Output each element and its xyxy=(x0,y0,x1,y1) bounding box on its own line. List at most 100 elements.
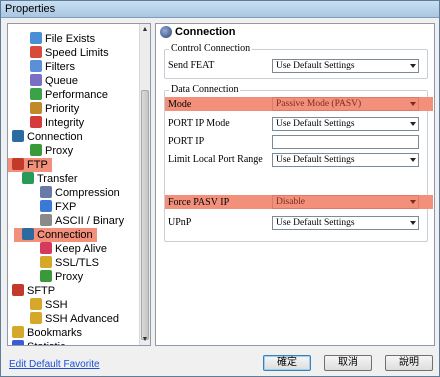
compression-icon xyxy=(40,186,52,198)
tree-item-label: FTP xyxy=(27,159,48,171)
panel-header: Connection xyxy=(158,25,432,40)
tree-item-ssl-tls[interactable]: SSL/TLS xyxy=(40,256,99,270)
tree-item-ftp[interactable]: FTP xyxy=(8,158,52,172)
limit-port-range-select[interactable]: Use Default Settings xyxy=(272,153,419,167)
ok-button[interactable]: 確定 xyxy=(263,355,311,371)
connection-icon xyxy=(22,228,34,240)
tree-item-label: Integrity xyxy=(45,117,85,129)
tree-item-label: Proxy xyxy=(55,271,84,283)
tree-item-transfer[interactable]: Transfer xyxy=(22,172,78,186)
chevron-down-icon xyxy=(410,221,416,225)
limit-port-range-value: Use Default Settings xyxy=(276,155,355,165)
tree-item-ascii-binary[interactable]: ASCII / Binary xyxy=(40,214,124,228)
tree-item-ssh[interactable]: SSH xyxy=(30,298,68,312)
chevron-down-icon xyxy=(410,122,416,126)
tree-item-queue[interactable]: Queue xyxy=(30,74,78,88)
tree-item-ssh-advanced[interactable]: SSH Advanced xyxy=(30,312,119,326)
chevron-down-icon xyxy=(410,200,416,204)
tree-item-label: Performance xyxy=(45,89,108,101)
tree-item-label: Compression xyxy=(55,187,120,199)
tree-item-label: Priority xyxy=(45,103,80,115)
tree-item-connection[interactable]: Connection xyxy=(14,228,97,242)
fxp-icon xyxy=(40,200,52,212)
mode-value: Passive Mode (PASV) xyxy=(276,99,362,109)
tree-item-connection[interactable]: Connection xyxy=(12,130,83,144)
tree-item-fxp[interactable]: FXP xyxy=(40,200,76,214)
connection-icon xyxy=(160,26,172,38)
tree-item-keep-alive[interactable]: Keep Alive xyxy=(40,242,107,256)
port-ip-mode-value: Use Default Settings xyxy=(276,119,355,129)
performance-icon xyxy=(30,88,42,100)
ftp-icon xyxy=(12,158,24,170)
tree-item-statistic[interactable]: Statistic xyxy=(12,340,66,345)
port-ip-mode-select[interactable]: Use Default Settings xyxy=(272,117,419,131)
send-feat-label: Send FEAT xyxy=(168,60,215,71)
chevron-down-icon xyxy=(410,64,416,68)
mode-label: Mode xyxy=(168,99,192,110)
force-pasv-ip-label: Force PASV IP xyxy=(168,197,230,208)
ssl-tls-icon xyxy=(40,256,52,268)
tree-item-label: File Exists xyxy=(45,33,96,45)
edit-default-favorite-link[interactable]: Edit Default Favorite xyxy=(9,359,100,370)
tree-item-label: SSH Advanced xyxy=(45,313,119,325)
tree-item-label: Statistic xyxy=(27,341,66,345)
tree-item-proxy[interactable]: Proxy xyxy=(30,144,73,158)
chevron-down-icon xyxy=(410,102,416,106)
tree-item-label: Filters xyxy=(45,61,75,73)
proxy-icon xyxy=(30,144,42,156)
tree-item-priority[interactable]: Priority xyxy=(30,102,79,116)
tree-item-label: Transfer xyxy=(37,173,78,185)
tree-item-label: Connection xyxy=(27,131,83,143)
tree-item-integrity[interactable]: Integrity xyxy=(30,116,84,130)
window-title: Properties xyxy=(5,3,56,15)
settings-tree: File Exists Speed Limits Filters Queue Perfo… xyxy=(7,23,151,346)
scroll-down-icon[interactable]: ▼ xyxy=(140,334,150,345)
tree-item-filters[interactable]: Filters xyxy=(30,60,75,74)
keep-alive-icon xyxy=(40,242,52,254)
port-ip-input[interactable] xyxy=(272,135,419,149)
properties-window: Properties File Exists Speed Limits Filter… xyxy=(0,0,440,377)
tree-item-compression[interactable]: Compression xyxy=(40,186,120,200)
integrity-icon xyxy=(30,116,42,128)
tree-item-label: Bookmarks xyxy=(27,327,83,339)
filters-icon xyxy=(30,60,42,72)
force-pasv-ip-select[interactable]: Disable xyxy=(272,195,419,209)
tree-item-speed-limits[interactable]: Speed Limits xyxy=(30,46,109,60)
scroll-thumb[interactable] xyxy=(141,90,149,340)
tree-item-bookmarks[interactable]: Bookmarks xyxy=(12,326,82,340)
file-exists-icon xyxy=(30,32,42,44)
help-button[interactable]: 說明 xyxy=(385,355,433,371)
mode-select[interactable]: Passive Mode (PASV) xyxy=(272,97,419,111)
limit-port-range-label: Limit Local Port Range xyxy=(168,154,263,165)
tree-item-proxy[interactable]: Proxy xyxy=(40,270,83,284)
tree-item-file-exists[interactable]: File Exists xyxy=(30,32,95,46)
port-ip-mode-label: PORT IP Mode xyxy=(168,118,230,129)
bookmarks-icon xyxy=(12,326,24,338)
tree-item-label: Proxy xyxy=(45,145,74,157)
tree-item-label: SFTP xyxy=(27,285,56,297)
upnp-select[interactable]: Use Default Settings xyxy=(272,216,419,230)
upnp-value: Use Default Settings xyxy=(276,218,355,228)
tree-item-performance[interactable]: Performance xyxy=(30,88,108,102)
tree-item-label: ASCII / Binary xyxy=(55,215,125,227)
tree-scrollbar[interactable]: ▲ ▼ xyxy=(139,24,150,345)
tree-item-label: Speed Limits xyxy=(45,47,109,59)
tree-item-label: FXP xyxy=(55,201,77,213)
priority-icon xyxy=(30,102,42,114)
ssh-icon xyxy=(30,298,42,310)
send-feat-select[interactable]: Use Default Settings xyxy=(272,59,419,73)
upnp-label: UPnP xyxy=(168,217,192,228)
send-feat-value: Use Default Settings xyxy=(276,61,355,71)
tree-item-sftp[interactable]: SFTP xyxy=(12,284,55,298)
cancel-button[interactable]: 取消 xyxy=(324,355,372,371)
title-bar: Properties xyxy=(1,1,439,18)
scroll-up-icon[interactable]: ▲ xyxy=(140,24,150,35)
queue-icon xyxy=(30,74,42,86)
tree-item-label: SSH xyxy=(45,299,68,311)
force-pasv-ip-value: Disable xyxy=(276,197,306,207)
statistic-icon xyxy=(12,340,24,345)
proxy-icon xyxy=(40,270,52,282)
chevron-down-icon xyxy=(410,158,416,162)
ascii-binary-icon xyxy=(40,214,52,226)
connection-icon xyxy=(12,130,24,142)
